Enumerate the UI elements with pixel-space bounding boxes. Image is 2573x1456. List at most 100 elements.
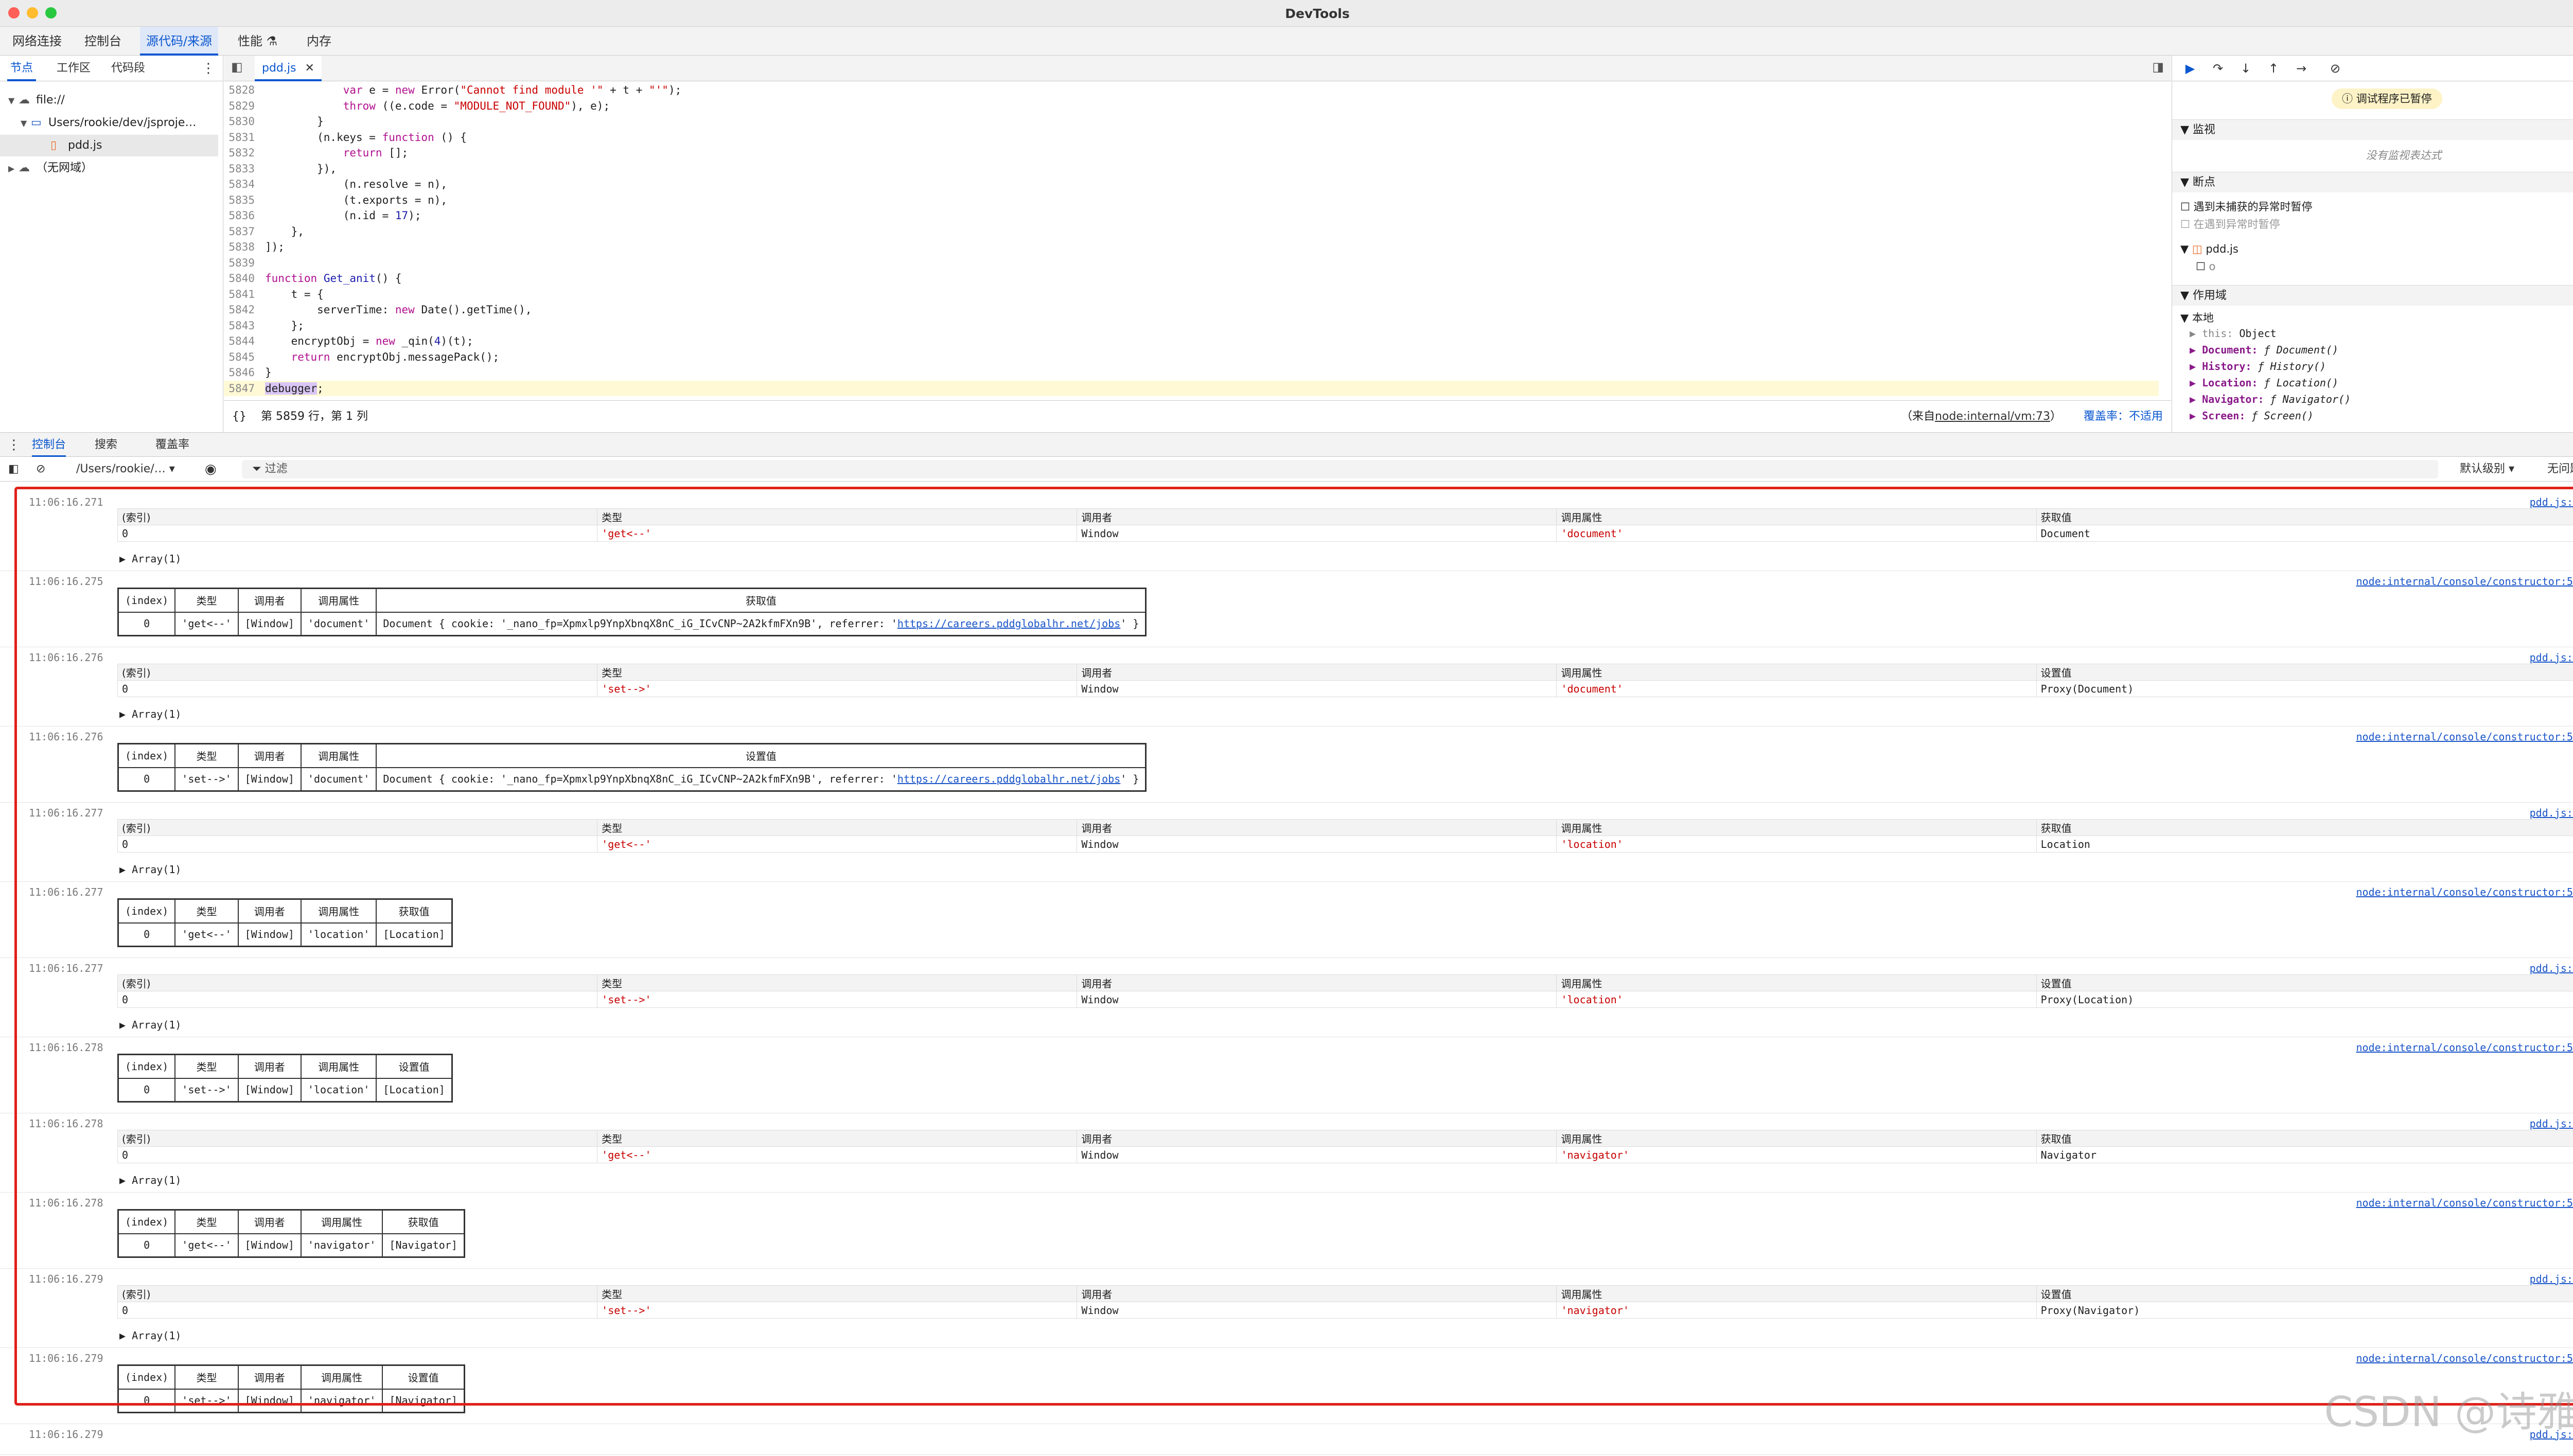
toggle-navigator-icon[interactable]: ◧: [231, 60, 243, 74]
code-line[interactable]: 5832 return [];: [224, 145, 2159, 161]
table-header[interactable]: (索引): [117, 819, 598, 836]
code-line[interactable]: 5839: [224, 255, 2159, 271]
checkbox[interactable]: ☐: [2180, 218, 2190, 230]
pause-caught-row[interactable]: ☐ 在遇到异常时暂停: [2180, 216, 2280, 232]
code-line[interactable]: 5844 encryptObj = new _qin(4)(t);: [224, 333, 2159, 349]
source-link[interactable]: pdd.js:77: [2530, 807, 2573, 819]
drawer-tab-console[interactable]: 控制台: [32, 433, 66, 457]
source-link[interactable]: node:internal/console/constructor:506: [2356, 1352, 2573, 1364]
line-number[interactable]: 5838: [224, 239, 265, 255]
table-header[interactable]: 类型: [597, 1285, 1078, 1302]
line-number[interactable]: 5840: [224, 271, 265, 287]
code-line[interactable]: 5837 },: [224, 224, 2159, 240]
array-toggle[interactable]: ▶ Array(1): [119, 1019, 181, 1031]
table-header[interactable]: 类型: [597, 819, 1078, 836]
drawer-menu-icon[interactable]: ⋮: [7, 433, 21, 457]
tree-item-folder[interactable]: ▼ ▭ Users/rookie/dev/jsproje…: [21, 112, 196, 134]
line-number[interactable]: 5847: [224, 381, 265, 397]
source-link[interactable]: node:internal/vm:73: [1935, 410, 2050, 423]
table-header[interactable]: 调用者: [1077, 508, 1557, 525]
tree-item-pdd-js[interactable]: ▯ pdd.js: [0, 135, 218, 156]
table-header[interactable]: (索引): [117, 1130, 598, 1147]
drawer-tab-coverage[interactable]: 覆盖率: [155, 433, 189, 457]
table-header[interactable]: 调用属性: [1556, 664, 2037, 681]
breakpoint-item[interactable]: ☐ o: [2196, 260, 2215, 273]
table-header[interactable]: 调用者: [1077, 974, 1557, 991]
tab-page[interactable]: 节点: [7, 56, 37, 81]
table-header[interactable]: 设置值: [2036, 974, 2573, 991]
scope-item[interactable]: ▶ Location: ƒ Location(): [2190, 377, 2338, 389]
line-number[interactable]: 5843: [224, 318, 265, 334]
table-header[interactable]: 类型: [597, 664, 1078, 681]
line-number[interactable]: 5839: [224, 255, 265, 271]
table-header[interactable]: (索引): [117, 664, 598, 681]
code-line[interactable]: 5841 t = {: [224, 287, 2159, 303]
code-line[interactable]: 5846}: [224, 365, 2159, 381]
table-header[interactable]: 设置值: [2036, 664, 2573, 681]
line-number[interactable]: 5831: [224, 130, 265, 146]
step-over-icon[interactable]: ↷: [2209, 60, 2227, 77]
code-line[interactable]: 5829 throw ((e.code = "MODULE_NOT_FOUND"…: [224, 98, 2159, 114]
source-link[interactable]: node:internal/console/constructor:506: [2356, 886, 2573, 898]
table-header[interactable]: 获取值: [2036, 819, 2573, 836]
url-link[interactable]: https://careers.pddglobalhr.net/jobs: [897, 617, 1120, 630]
close-icon[interactable]: ✕: [305, 62, 314, 75]
step-into-icon[interactable]: ↓: [2237, 60, 2254, 77]
tab-console[interactable]: 控制台: [78, 27, 128, 56]
checkbox[interactable]: ☐: [2196, 260, 2206, 273]
table-header[interactable]: 调用属性: [1556, 508, 2037, 525]
tab-memory[interactable]: 内存: [301, 27, 338, 56]
sidebar-toggle-icon[interactable]: ◧: [8, 457, 19, 482]
clear-console-icon[interactable]: ⊘: [36, 457, 45, 482]
step-out-icon[interactable]: ↑: [2265, 60, 2282, 77]
scope-section-header[interactable]: ▼ 作用域: [2172, 285, 2573, 306]
step-icon[interactable]: →: [2293, 60, 2310, 77]
deactivate-breakpoints-icon[interactable]: ⊘: [2327, 60, 2344, 77]
source-link[interactable]: node:internal/console/constructor:506: [2356, 731, 2573, 743]
code-line[interactable]: 5842 serverTime: new Date().getTime(),: [224, 302, 2159, 318]
array-toggle[interactable]: ▶ Array(1): [119, 1329, 181, 1342]
array-toggle[interactable]: ▶ Array(1): [119, 1174, 181, 1186]
code-line[interactable]: 5830 }: [224, 114, 2159, 130]
table-header[interactable]: (索引): [117, 974, 598, 991]
tab-sources[interactable]: 源代码/来源: [140, 27, 219, 56]
url-link[interactable]: https://careers.pddglobalhr.net/jobs: [897, 773, 1120, 785]
table-header[interactable]: 调用者: [1077, 664, 1557, 681]
code-line[interactable]: 5845 return encryptObj.messagePack();: [224, 349, 2159, 365]
scope-item[interactable]: ▶ History: ƒ History(): [2190, 360, 2326, 372]
scope-item[interactable]: ▶ this: Object: [2190, 327, 2277, 340]
line-number[interactable]: 5834: [224, 176, 265, 192]
resume-icon[interactable]: ▶: [2181, 60, 2199, 77]
tab-workspace[interactable]: 工作区: [54, 56, 94, 81]
source-link[interactable]: pdd.js:54: [2530, 1273, 2573, 1285]
table-header[interactable]: 调用属性: [1556, 1285, 2037, 1302]
array-toggle[interactable]: ▶ Array(1): [119, 863, 181, 876]
format-icon[interactable]: {}: [232, 401, 246, 433]
more-icon[interactable]: ⋮: [199, 56, 218, 81]
line-number[interactable]: 5828: [224, 82, 265, 98]
source-link[interactable]: pdd.js:77: [2530, 496, 2573, 508]
code-line[interactable]: 5828 var e = new Error("Cannot find modu…: [224, 82, 2159, 98]
line-number[interactable]: 5832: [224, 145, 265, 161]
scope-item[interactable]: ▶ Screen: ƒ Screen(): [2190, 410, 2314, 422]
code-line[interactable]: 5835 (t.exports = n),: [224, 192, 2159, 208]
line-number[interactable]: 5830: [224, 114, 265, 130]
table-header[interactable]: 调用属性: [1556, 1130, 2037, 1147]
code-line[interactable]: 5834 (n.resolve = n),: [224, 176, 2159, 192]
line-number[interactable]: 5837: [224, 224, 265, 240]
code-lines[interactable]: 5828 var e = new Error("Cannot find modu…: [224, 81, 2171, 400]
source-link[interactable]: node:internal/console/constructor:506: [2356, 1041, 2573, 1054]
context-selector[interactable]: /Users/rookie/… ▾: [76, 457, 175, 482]
line-number[interactable]: 5833: [224, 161, 265, 177]
checkbox[interactable]: ☐: [2180, 201, 2190, 213]
line-number[interactable]: 5841: [224, 287, 265, 303]
line-number[interactable]: 5846: [224, 365, 265, 381]
tab-network[interactable]: 网络连接: [6, 27, 68, 56]
line-number[interactable]: 5829: [224, 98, 265, 114]
console-messages[interactable]: 11:06:16.271pdd.js:77(索引)类型调用者调用属性获取值0'g…: [0, 482, 2573, 1456]
filter-input[interactable]: ⏷ 过滤: [242, 460, 2438, 478]
tree-item-no-domain[interactable]: ▶ ☁ （无网域）: [8, 157, 93, 179]
coverage-status[interactable]: 覆盖率：不适用: [2084, 410, 2163, 423]
tree-item-file[interactable]: ▼ ☁ file://: [8, 90, 65, 111]
source-link[interactable]: pdd.js:77: [2530, 1117, 2573, 1130]
